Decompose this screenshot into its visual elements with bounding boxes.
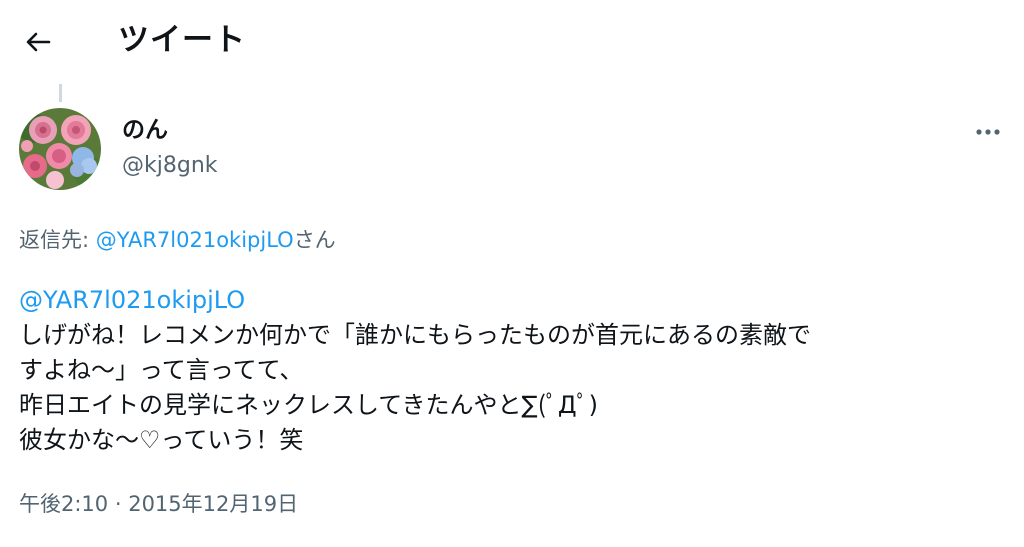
tweet-mention-link[interactable]: @YAR7l021okipjLO xyxy=(19,283,1009,318)
tweet-text: @YAR7l021okipjLO しげがね！レコメンか何かで「誰かにもらったもの… xyxy=(19,283,1009,458)
back-button[interactable] xyxy=(18,22,58,62)
author-display-name[interactable]: のん xyxy=(122,114,168,146)
reply-to-prefix: 返信先: xyxy=(19,228,96,252)
tweet-timestamp: 午後2:10 · 2015年12月19日 xyxy=(19,488,298,520)
reply-to-suffix: さん xyxy=(293,228,336,252)
flower-bouquet-avatar xyxy=(19,108,101,190)
reply-to-mention-link[interactable]: @YAR7l021okipjLO xyxy=(96,228,294,252)
tweet-text-line: しげがね！レコメンか何かで「誰かにもらったものが首元にあるの素敵で xyxy=(19,321,811,349)
author-handle[interactable]: @kj8gnk xyxy=(122,150,218,182)
top-bar: ツイート xyxy=(0,0,1024,80)
arrow-left-icon xyxy=(26,32,51,52)
page-title: ツイート xyxy=(118,22,246,58)
tweet-text-line: すよね〜」って言ってて、 xyxy=(19,356,304,384)
reply-to-line: 返信先: @YAR7l021okipjLOさん xyxy=(19,224,336,256)
tweet-text-line: 彼女かな〜♡っていう！笑 xyxy=(19,426,304,454)
more-options-button[interactable] xyxy=(966,116,1010,148)
tweet-date-link[interactable]: 2015年12月19日 xyxy=(128,492,298,516)
thread-connector-line xyxy=(59,84,62,102)
tweet-text-line: 昨日エイトの見学にネックレスしてきたんやと∑(ﾟДﾟ) xyxy=(19,391,598,419)
more-horizontal-icon xyxy=(976,129,1000,135)
meta-separator: · xyxy=(108,492,129,516)
tweet-time-link[interactable]: 午後2:10 xyxy=(19,492,108,516)
avatar[interactable] xyxy=(19,108,101,190)
